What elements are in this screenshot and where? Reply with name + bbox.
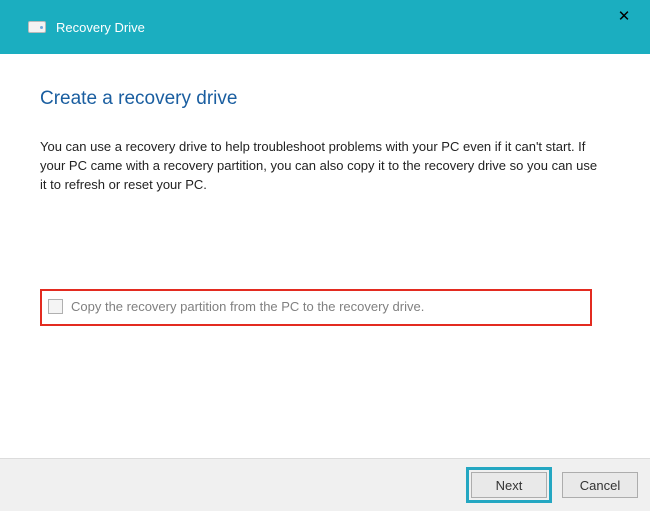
footer-bar: Next Cancel: [0, 458, 650, 511]
copy-partition-checkbox[interactable]: [48, 299, 63, 314]
next-button[interactable]: Next: [471, 472, 547, 498]
copy-partition-label: Copy the recovery partition from the PC …: [71, 299, 424, 314]
cancel-button[interactable]: Cancel: [562, 472, 638, 498]
drive-icon: [28, 21, 46, 33]
close-button[interactable]: ✕: [604, 4, 644, 28]
close-icon: ✕: [618, 7, 631, 25]
content-area: Create a recovery drive You can use a re…: [0, 54, 650, 458]
next-button-highlight: Next: [466, 467, 552, 503]
window-title: Recovery Drive: [56, 20, 145, 35]
copy-partition-option-highlight: Copy the recovery partition from the PC …: [40, 289, 592, 326]
title-bar: Recovery Drive ✕: [0, 0, 650, 54]
page-description: You can use a recovery drive to help tro…: [40, 138, 600, 195]
page-heading: Create a recovery drive: [40, 88, 610, 110]
